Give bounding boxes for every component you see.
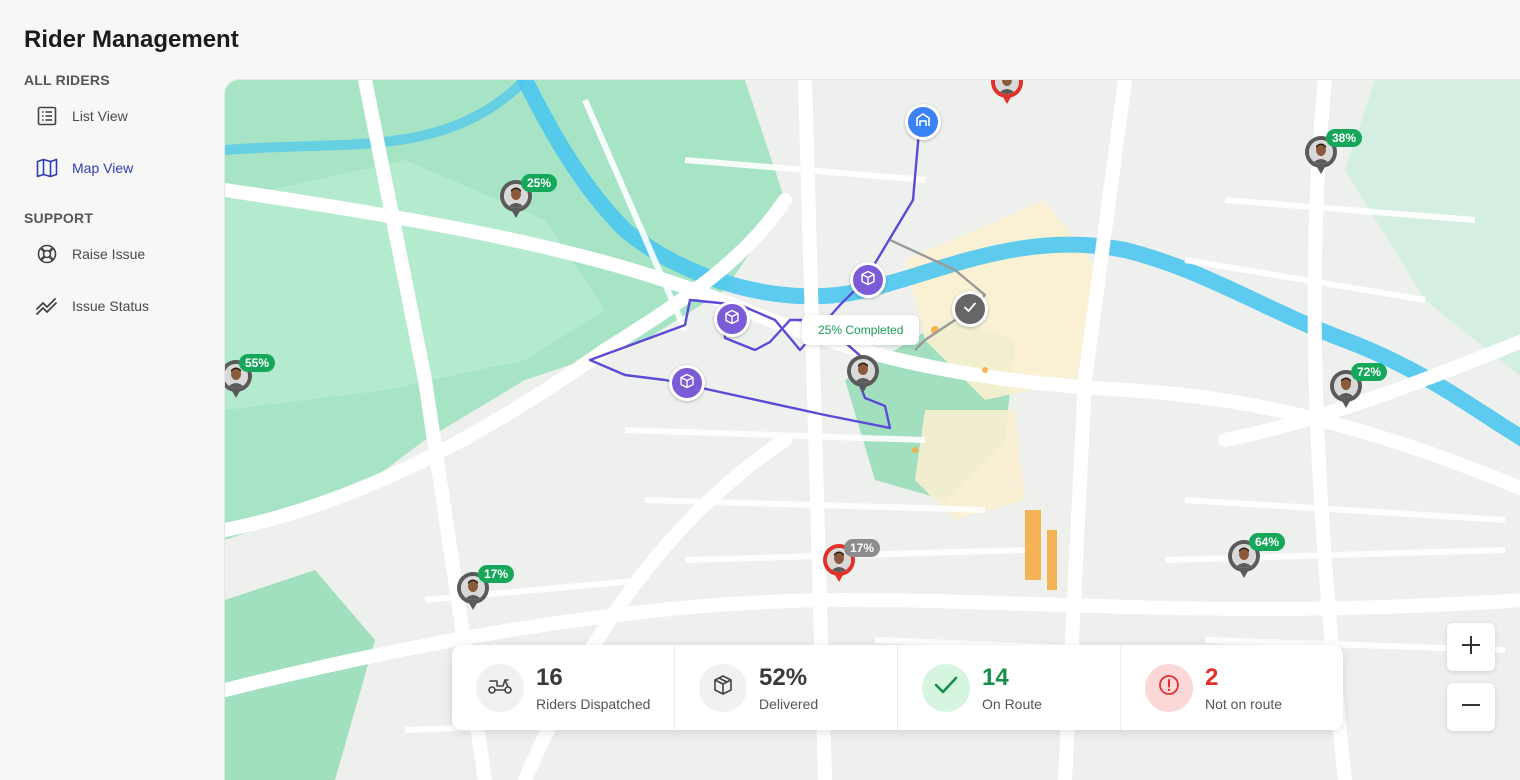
stat-riders-dispatched: 16 Riders Dispatched [452,645,675,730]
stat-icon-wrapper [1145,663,1193,712]
stat-delivered: 52% Delivered [675,645,898,730]
sidebar: ALL RIDERS List View Map View SUPPORT Ra… [0,70,220,320]
map-icon [36,157,58,179]
list-icon [36,105,58,127]
progress-badge: 55% [239,354,276,372]
stat-value: 2 [1205,663,1219,691]
stats-panel: 16 Riders Dispatched 52% Delivered 14 On… [452,645,1343,730]
page-title: Rider Management [24,26,239,53]
package-icon [712,674,734,701]
stat-value: 14 [982,663,1009,691]
route-progress-tooltip: 25% Completed [802,315,920,345]
progress-badge: 72% [1351,363,1388,381]
stat-icon-wrapper [922,663,970,712]
sidebar-item-label: List View [72,108,128,124]
sidebar-item-label: Map View [72,160,134,176]
package-icon [860,270,876,291]
section-label-all-riders: ALL RIDERS [24,72,110,88]
warehouse-icon [915,112,931,133]
trend-icon [36,295,58,317]
progress-badge: 25% [521,174,558,192]
scooter-icon [487,675,513,700]
stat-label: Delivered [759,695,819,712]
sidebar-item-label: Raise Issue [72,246,146,262]
rider-avatar [851,359,875,383]
stat-on-route: 14 On Route [898,645,1121,730]
zoom-in-button[interactable] [1447,623,1495,671]
minus-icon [1460,694,1482,721]
sidebar-item-map-view[interactable]: Map View [36,154,220,182]
stat-label: Riders Dispatched [536,695,651,712]
check-icon [933,674,959,701]
sidebar-item-raise-issue[interactable]: Raise Issue [36,240,220,268]
delivery-stop[interactable] [850,262,886,298]
stat-value: 16 [536,663,563,691]
stat-not-on-route: 2 Not on route [1121,645,1343,730]
stat-icon-wrapper [476,663,524,712]
check-icon [962,299,978,320]
delivery-stop[interactable] [714,301,750,337]
stat-icon-wrapper [699,663,747,712]
package-icon [724,309,740,330]
delivery-stop[interactable] [669,365,705,401]
completed-stop[interactable] [952,291,988,327]
rider-pin-not-on-route[interactable] [989,80,1025,110]
rider-pin-selected[interactable] [845,355,881,399]
package-icon [679,373,695,394]
progress-badge: 64% [1249,533,1286,551]
warehouse-stop[interactable] [905,104,941,140]
stat-label: On Route [982,695,1042,712]
progress-badge: 17% [478,565,515,583]
sidebar-item-label: Issue Status [72,298,150,314]
sidebar-item-issue-status[interactable]: Issue Status [36,292,220,320]
stat-value: 52% [759,663,808,691]
plus-icon [1460,634,1482,661]
progress-badge: 17% [844,539,881,557]
sidebar-item-list-view[interactable]: List View [36,102,220,130]
zoom-out-button[interactable] [1447,683,1495,731]
section-label-support: SUPPORT [24,210,94,226]
alert-icon [1158,674,1180,701]
lifebuoy-icon [36,243,58,265]
progress-badge: 38% [1326,129,1363,147]
stat-label: Not on route [1205,695,1283,712]
